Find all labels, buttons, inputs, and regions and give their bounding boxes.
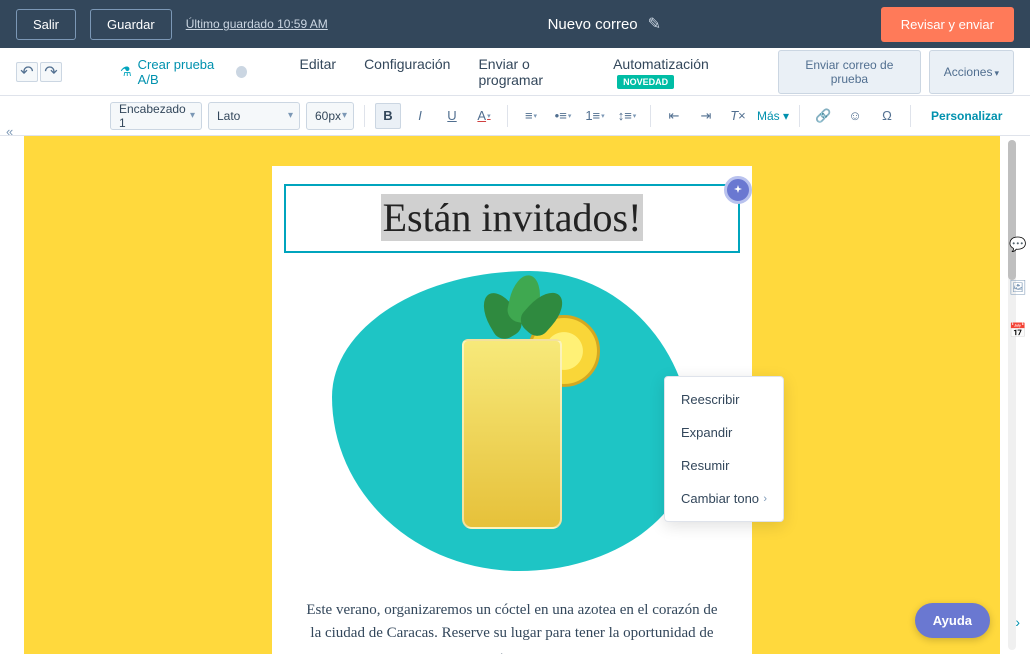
tab-send[interactable]: Enviar o programar [478, 42, 585, 102]
heading-text[interactable]: Están invitados! [381, 194, 644, 241]
nav-row: ↶ ↷ ⚗ Crear prueba A/B Editar Configurac… [0, 48, 1030, 96]
ab-test-link[interactable]: ⚗ Crear prueba A/B [120, 57, 247, 87]
save-button[interactable]: Guardar [90, 9, 172, 40]
tab-automation-label: Automatización [613, 56, 709, 72]
mint-leaves [486, 275, 556, 345]
email-body-text[interactable]: Este verano, organizaremos un cóctel en … [302, 599, 722, 654]
actions-label: Acciones [944, 65, 993, 79]
font-select[interactable]: Lato [208, 102, 300, 130]
canvas-area: » Están invitados! [0, 136, 1030, 654]
actions-dropdown[interactable]: Acciones▾ [929, 50, 1014, 94]
chevron-down-icon: ▾ [994, 68, 999, 78]
ai-assist-badge[interactable] [724, 176, 752, 204]
last-saved-link[interactable]: Último guardado 10:59 AM [186, 17, 328, 31]
canvas-scroll[interactable]: Están invitados! [24, 136, 1000, 654]
email-background: Están invitados! [24, 136, 1000, 654]
tab-edit[interactable]: Editar [299, 42, 336, 102]
indent-left-button[interactable]: ⇤ [661, 103, 687, 129]
sparkle-icon [733, 185, 743, 195]
emoji-button[interactable]: ☺ [842, 103, 868, 129]
special-char-button[interactable]: Ω [874, 103, 900, 129]
tab-automation[interactable]: Automatización NOVEDAD [613, 42, 756, 102]
nav-tabs: Editar Configuración Enviar o programar … [299, 42, 756, 102]
personalize-link[interactable]: Personalizar [931, 109, 1002, 123]
ai-context-menu: Reescribir Expandir Resumir Cambiar tono… [664, 376, 784, 522]
exit-button[interactable]: Salir [16, 9, 76, 40]
align-button[interactable]: ≡ [518, 103, 544, 129]
ai-rewrite[interactable]: Reescribir [665, 383, 783, 416]
help-chevron-icon[interactable]: › [1015, 614, 1020, 630]
font-size-select[interactable]: 60px [306, 102, 354, 130]
chevron-right-icon: › [763, 493, 767, 505]
text-color-button[interactable]: A [471, 103, 497, 129]
email-title: Nuevo correo [548, 16, 638, 33]
ai-expand[interactable]: Expandir [665, 416, 783, 449]
review-send-button[interactable]: Revisar y enviar [881, 7, 1014, 42]
line-height-button[interactable]: ↕≡ [614, 103, 640, 129]
ai-summarize[interactable]: Resumir [665, 449, 783, 482]
undo-redo-group: ↶ ↷ [16, 62, 62, 82]
image-icon[interactable]: 🖼 [1009, 279, 1027, 296]
flask-icon: ⚗ [120, 64, 132, 80]
drink-illustration [332, 271, 692, 571]
separator [799, 105, 800, 127]
novedad-badge: NOVEDAD [617, 75, 674, 89]
glass [452, 279, 572, 539]
comments-icon[interactable]: 💬 [1009, 236, 1026, 253]
pencil-icon[interactable]: ✎ [648, 14, 661, 34]
separator [650, 105, 651, 127]
separator [507, 105, 508, 127]
redo-button[interactable]: ↷ [40, 62, 62, 82]
indent-right-button[interactable]: ⇥ [693, 103, 719, 129]
heading-block[interactable]: Están invitados! [284, 184, 740, 253]
italic-button[interactable]: I [407, 103, 433, 129]
info-icon [236, 66, 247, 78]
separator [364, 105, 365, 127]
clear-format-button[interactable]: T× [725, 103, 751, 129]
nav-right: Enviar correo de prueba Acciones▾ [778, 50, 1014, 94]
right-rail: 💬 🖼 📅 [1006, 220, 1030, 339]
ab-test-label: Crear prueba A/B [138, 57, 231, 87]
heading-style-select[interactable]: Encabezado 1 [110, 102, 202, 130]
separator [910, 105, 911, 127]
underline-button[interactable]: U [439, 103, 465, 129]
vertical-scrollbar[interactable] [1008, 140, 1016, 650]
glass-body [462, 339, 562, 529]
title-wrap: Nuevo correo ✎ [342, 14, 867, 34]
send-test-button[interactable]: Enviar correo de prueba [778, 50, 921, 94]
undo-button[interactable]: ↶ [16, 62, 38, 82]
format-toolbar: « Encabezado 1 Lato 60px B I U A ≡ •≡ 1≡… [0, 96, 1030, 136]
bold-button[interactable]: B [375, 103, 401, 129]
link-button[interactable]: 🔗 [810, 103, 836, 129]
calendar-icon[interactable]: 📅 [1009, 322, 1026, 339]
tab-config[interactable]: Configuración [364, 42, 450, 102]
ai-change-tone[interactable]: Cambiar tono › [665, 482, 783, 515]
number-list-button[interactable]: 1≡ [582, 103, 608, 129]
more-dropdown[interactable]: Más ▾ [757, 109, 789, 123]
help-button[interactable]: Ayuda [915, 603, 990, 638]
bullet-list-button[interactable]: •≡ [550, 103, 576, 129]
